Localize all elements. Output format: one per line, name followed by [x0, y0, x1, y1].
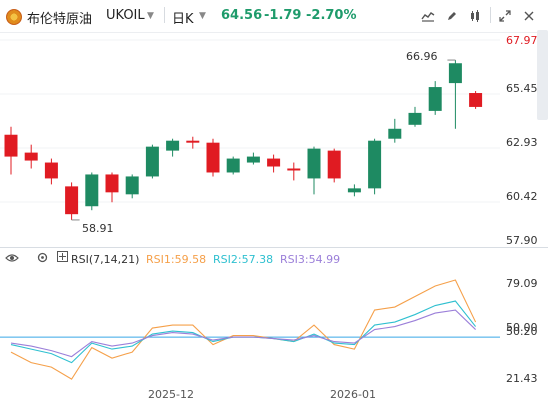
candle-body [166, 140, 180, 151]
add-indicator-icon[interactable] [57, 251, 68, 265]
candle-body [347, 188, 361, 193]
candle-body [246, 156, 260, 163]
line-chart-icon[interactable] [419, 7, 437, 25]
candle-body [206, 142, 220, 173]
settings-icon[interactable] [36, 251, 49, 267]
header-divider [164, 7, 165, 23]
rsi1-value: RSI1:59.58 [146, 253, 207, 266]
rsi-line-rsi3 [10, 309, 476, 358]
last-price: 64.56 [221, 8, 263, 23]
rsi-axis: 79.09 50.20 50.00 21.43 [500, 272, 548, 385]
candle-body [125, 176, 139, 195]
rsi-line-rsi2 [10, 300, 477, 364]
date-label: 2025-12 [148, 388, 194, 401]
rsi-tick: 79.09 [506, 277, 538, 290]
price-tick: 60.42 [506, 190, 538, 203]
instrument-name[interactable]: 布伦特原油 [27, 8, 92, 27]
indicator-icon[interactable] [466, 7, 484, 25]
instrument-symbol[interactable]: UKOIL [106, 8, 145, 23]
period-dropdown-icon[interactable]: ▼ [199, 11, 206, 21]
rsi-label[interactable]: RSI(7,14,21) [71, 253, 139, 266]
price-tick: 57.90 [506, 234, 538, 247]
candle-body [428, 87, 442, 111]
candle-body [267, 158, 281, 167]
draw-icon[interactable] [443, 7, 461, 25]
axis-scrollbar[interactable] [537, 30, 548, 120]
candle-body [44, 162, 58, 179]
rsi2-value: RSI2:57.38 [213, 253, 274, 266]
period-selector[interactable]: 日K [172, 8, 194, 27]
date-label: 2026-01 [330, 388, 376, 401]
candle-body [65, 186, 79, 215]
expand-icon[interactable] [496, 7, 514, 25]
price-tick: 62.93 [506, 136, 538, 149]
candle-body [186, 140, 200, 143]
candle-body [368, 140, 382, 189]
candle-body [388, 128, 402, 139]
rsi-tick: 50.00 [506, 321, 538, 334]
rsi3-value: RSI3:54.99 [280, 253, 341, 266]
symbol-dropdown-icon[interactable]: ▼ [147, 11, 154, 21]
candle-body [307, 148, 321, 179]
candle-body [327, 150, 341, 179]
candle-body [408, 112, 422, 125]
commodity-flag-icon [6, 9, 22, 25]
low-annotation: 58.91 [82, 222, 114, 235]
candle-body [4, 134, 18, 157]
price-change-pct: -2.70% [306, 8, 357, 23]
toolbar-divider [490, 7, 491, 23]
high-annotation: 66.96 [406, 50, 438, 63]
candle-body [448, 63, 462, 84]
candle-body [226, 158, 240, 173]
price-tick: 67.97 [506, 34, 538, 47]
candle-body [469, 93, 483, 107]
chart-header: 布伦特原油 UKOIL ▼ 日K ▼ 64.56 -1.79 -2.70% [0, 0, 548, 33]
eye-icon[interactable] [5, 252, 19, 267]
candle-body [105, 174, 119, 193]
rsi-line-rsi1 [10, 279, 477, 380]
candle-body [24, 152, 38, 161]
rsi-legend: RSI(7,14,21) RSI1:59.58 RSI2:57.38 RSI3:… [0, 251, 500, 271]
rsi-chart[interactable] [0, 272, 500, 384]
candle-body [85, 174, 99, 207]
close-icon[interactable] [520, 7, 538, 25]
candlestick-chart[interactable] [0, 32, 500, 247]
candle-body [287, 168, 301, 171]
price-tick: 65.45 [506, 82, 538, 95]
candle-body [145, 146, 159, 177]
panel-divider [0, 247, 548, 248]
price-change: -1.79 [264, 8, 302, 23]
rsi-tick: 21.43 [506, 372, 538, 385]
